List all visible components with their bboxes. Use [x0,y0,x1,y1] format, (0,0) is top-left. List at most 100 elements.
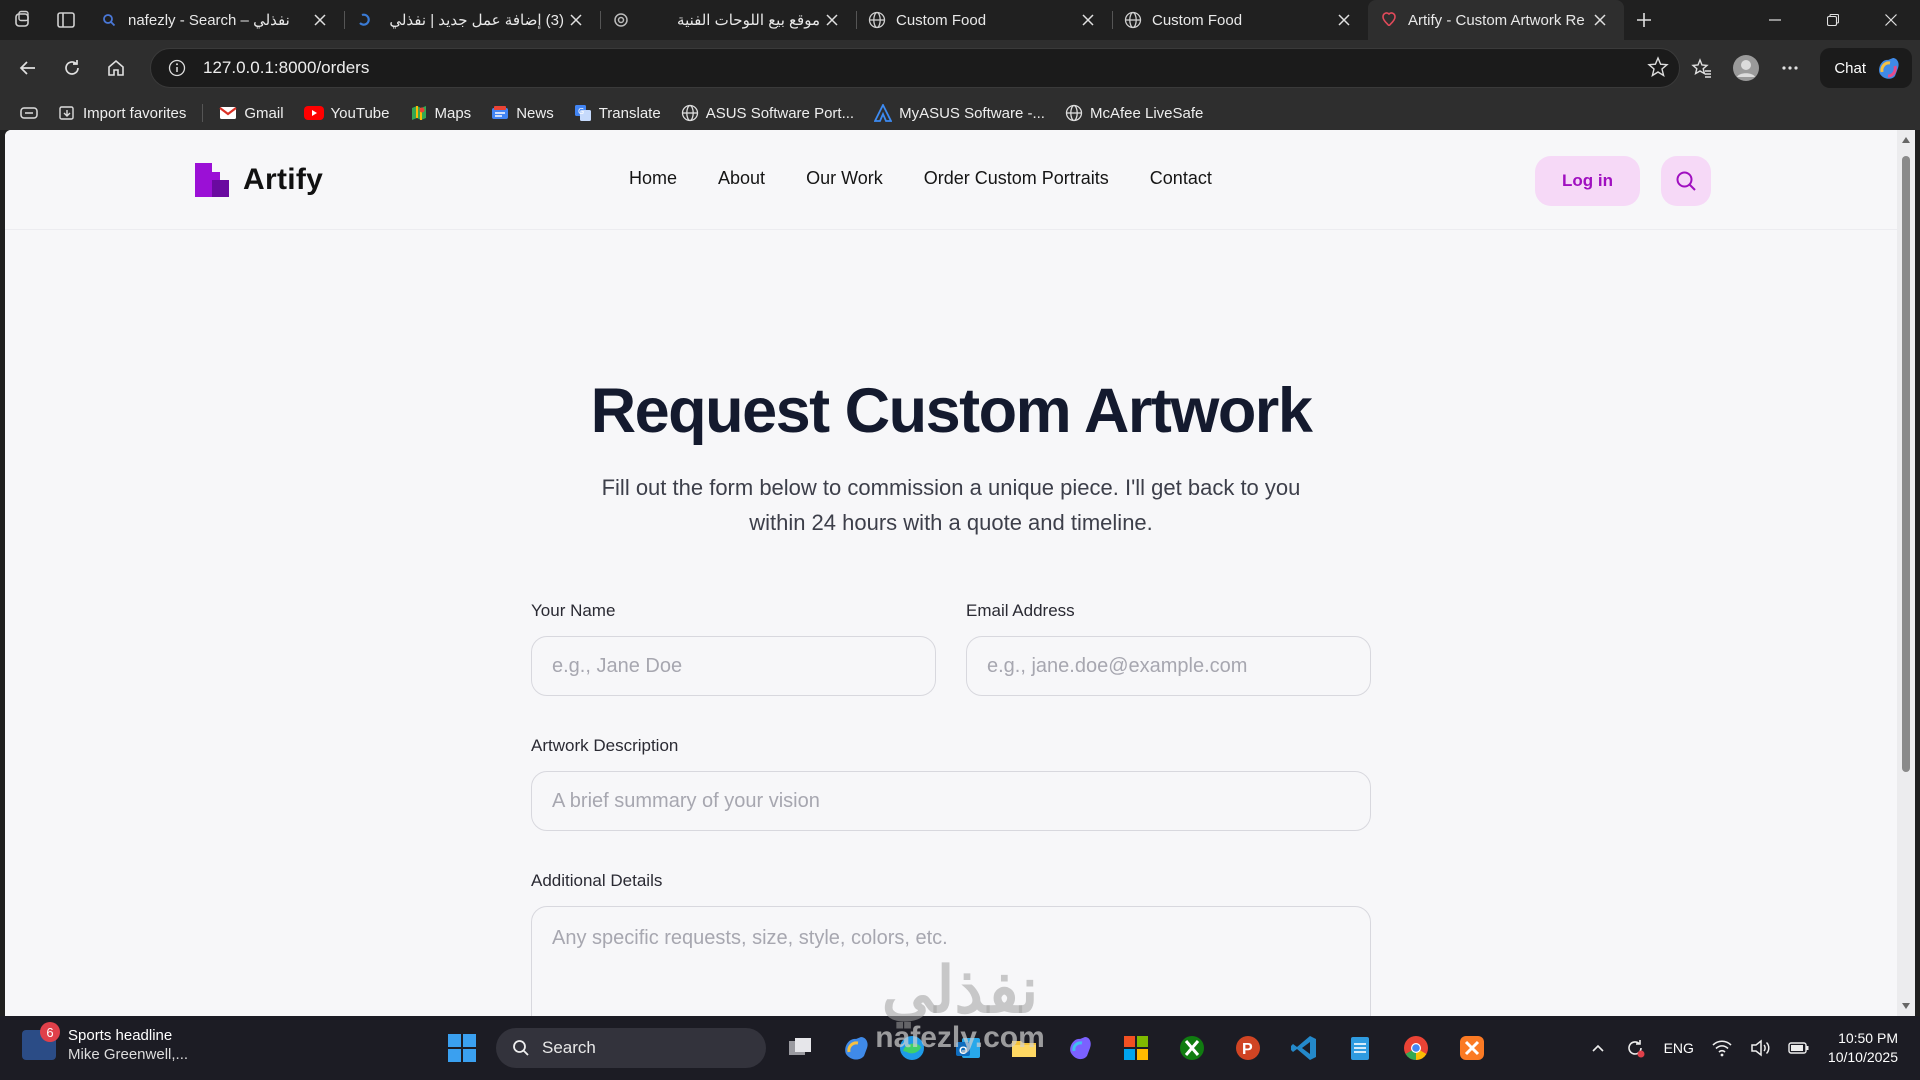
vscode-app-icon[interactable] [1282,1026,1326,1070]
tab-title: Custom Food [1152,11,1243,29]
site-info-icon[interactable] [165,56,189,80]
close-icon[interactable] [1588,8,1612,32]
page-scrollbar[interactable] [1897,130,1915,1016]
favorite-gmail[interactable]: Gmail [209,99,293,127]
favorite-maps[interactable]: Maps [400,99,482,127]
favorite-news[interactable]: News [481,99,564,127]
battery-icon[interactable] [1788,1040,1810,1056]
close-window-icon[interactable] [1862,0,1920,40]
vertical-tabs-icon[interactable] [44,0,88,40]
favorite-youtube[interactable]: YouTube [294,99,400,127]
sync-icon[interactable] [1624,1037,1646,1059]
scrollbar-thumb[interactable] [1902,156,1910,772]
site-logo[interactable]: Artify [195,163,323,197]
browser-tab-active[interactable]: Artify - Custom Artwork Re [1368,0,1624,40]
notification-badge: 6 [40,1022,60,1042]
close-icon[interactable] [820,8,844,32]
email-label: Email Address [966,601,1075,620]
home-icon[interactable] [94,48,138,88]
workspaces-icon[interactable] [0,0,44,40]
copilot-icon [1874,54,1902,82]
browser-toolbar: 127.0.0.1:8000/orders [0,40,1920,96]
gmail-icon [219,106,238,120]
svg-text:G: G [578,107,584,116]
chatgpt-icon [612,11,630,29]
chrome-app-icon[interactable] [1394,1026,1438,1070]
xbox-app-icon[interactable] [1170,1026,1214,1070]
favorites-collapse-icon[interactable] [10,99,48,127]
favorite-star-icon[interactable] [1647,56,1669,78]
taskbar-search[interactable]: Search [496,1028,766,1068]
nav-order-custom-portraits[interactable]: Order Custom Portraits [924,168,1109,189]
browser-tab[interactable]: (3) إضافة عمل جديد | نفذلي [344,0,600,40]
more-options-icon[interactable] [1768,48,1812,88]
favorites-icon[interactable] [1680,48,1724,88]
close-icon[interactable] [308,8,332,32]
language-indicator[interactable]: ENG [1664,1040,1694,1056]
site-header: Artify Home About Our Work Order Custom … [5,130,1897,230]
scroll-down-icon[interactable] [1900,1000,1912,1012]
close-icon[interactable] [1332,8,1356,32]
profile-avatar-icon[interactable] [1724,48,1768,88]
maps-icon [410,104,428,122]
name-input[interactable] [531,636,936,696]
nav-contact[interactable]: Contact [1150,168,1212,189]
tab-title: موقع بيع اللوحات الفنية [677,12,820,29]
system-tray: ENG 10:50 PM 10/10/2025 [1590,1016,1920,1080]
restore-icon[interactable] [1804,0,1862,40]
svg-text:P: P [1242,1041,1253,1058]
nav-our-work[interactable]: Our Work [806,168,883,189]
toolbar-right: Chat [1680,48,1912,88]
address-bar[interactable]: 127.0.0.1:8000/orders [150,48,1680,88]
scroll-up-icon[interactable] [1900,134,1912,146]
volume-icon[interactable] [1750,1039,1770,1057]
browser-tab[interactable]: Custom Food [1112,0,1368,40]
favorite-mcafee[interactable]: McAfee LiveSafe [1055,99,1213,127]
description-input[interactable] [531,771,1371,831]
new-tab-button[interactable] [1624,0,1664,40]
site-search-button[interactable] [1661,156,1711,206]
browser-tab[interactable]: Custom Food [856,0,1112,40]
refresh-icon[interactable] [50,48,94,88]
page-viewport: Artify Home About Our Work Order Custom … [5,130,1897,1016]
windows-start-icon[interactable] [440,1026,484,1070]
watermark-arabic: نفذلي [881,954,1039,1026]
search-icon [513,1040,529,1056]
details-label: Additional Details [531,871,663,890]
browser-tab[interactable]: موقع بيع اللوحات الفنية [600,0,856,40]
back-icon[interactable] [6,48,50,88]
nav-about[interactable]: About [718,168,765,189]
powerpoint-app-icon[interactable]: P [1226,1026,1270,1070]
favorites-bar: Import favorites Gmail YouTube Maps News… [0,96,1920,130]
window-controls [1746,0,1920,40]
favorite-label: YouTube [330,104,390,122]
favorite-translate[interactable]: G Translate [564,99,671,127]
xampp-app-icon[interactable] [1450,1026,1494,1070]
chevron-up-icon[interactable] [1590,1040,1606,1056]
import-icon [58,104,76,122]
name-label: Your Name [531,601,616,620]
browser-tab[interactable]: nafezly - Search – نفذلي [88,0,344,40]
close-icon[interactable] [1076,8,1100,32]
email-input[interactable] [966,636,1371,696]
clock-time: 10:50 PM [1838,1030,1898,1046]
news-widget[interactable]: 6 Sports headline Mike Greenwell,... [22,1022,189,1064]
close-icon[interactable] [564,8,588,32]
favorite-asus-software[interactable]: ASUS Software Port... [671,99,864,127]
favorite-import[interactable]: Import favorites [48,99,196,127]
task-view-icon[interactable] [778,1026,822,1070]
minimize-icon[interactable] [1746,0,1804,40]
notepad-app-icon[interactable] [1338,1026,1382,1070]
tab-title: Artify - Custom Artwork Re [1408,11,1585,29]
nav-home[interactable]: Home [629,168,677,189]
news-subline: Mike Greenwell,... [68,1046,189,1063]
artify-favicon-icon [1380,11,1398,29]
favorite-label: ASUS Software Port... [705,104,855,122]
wifi-icon[interactable] [1712,1039,1732,1057]
system-clock[interactable]: 10:50 PM 10/10/2025 [1828,1029,1898,1067]
favorite-myasus[interactable]: MyASUS Software -... [864,99,1055,127]
microsoft-store-icon[interactable] [1114,1026,1158,1070]
login-button[interactable]: Log in [1535,156,1640,206]
copilot-chat-button[interactable]: Chat [1820,48,1912,88]
taskbar-search-label: Search [542,1038,596,1057]
